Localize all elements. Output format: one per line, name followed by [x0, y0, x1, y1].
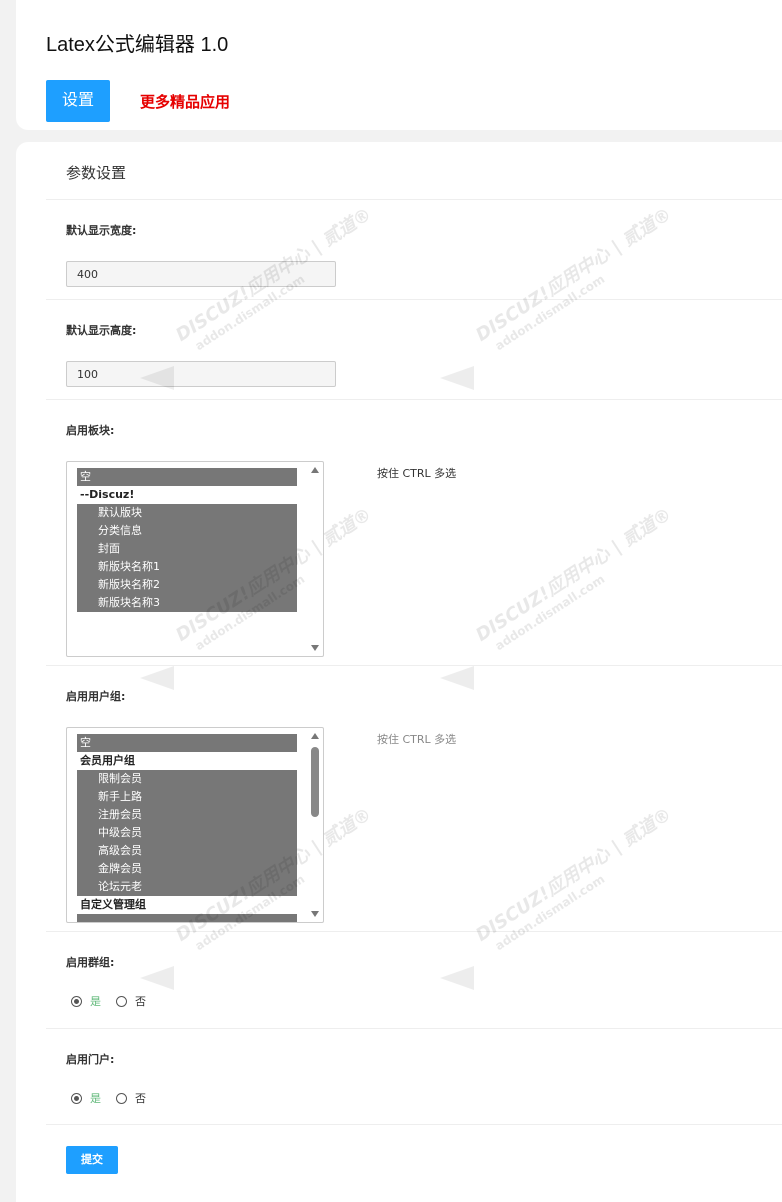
forum-option[interactable]: 默认版块	[77, 504, 297, 522]
height-label: 默认显示高度:	[66, 324, 137, 337]
portal-yes-radio[interactable]	[71, 1092, 82, 1104]
settings-panel: 参数设置 默认显示宽度: 默认显示高度: 启用板块: 空 --Discuz! 默…	[16, 142, 782, 1202]
section-title: 参数设置	[66, 164, 127, 182]
portal-radio-row: 是 否	[71, 1090, 161, 1106]
divider	[46, 1124, 782, 1125]
usergroup-option-partial[interactable]	[77, 914, 297, 922]
usergroup-option[interactable]: 限制会员	[77, 770, 297, 788]
width-label: 默认显示宽度:	[66, 224, 137, 237]
forum-group-discuz: --Discuz!	[77, 486, 297, 504]
divider	[46, 1028, 782, 1029]
forums-scrollbar[interactable]	[308, 463, 322, 655]
groups-yes-label[interactable]: 是	[90, 993, 101, 1009]
usergroup-group-members: 会员用户组	[77, 752, 297, 770]
header-card: Latex公式编辑器 1.0 设置 更多精品应用	[16, 0, 782, 130]
divider	[46, 299, 782, 300]
settings-button[interactable]: 设置	[46, 80, 110, 122]
scroll-up-arrow-icon[interactable]	[311, 467, 319, 473]
usergroup-option[interactable]: 注册会员	[77, 806, 297, 824]
scroll-down-arrow-icon[interactable]	[311, 911, 319, 917]
usergroup-option[interactable]: 高级会员	[77, 842, 297, 860]
usergroup-option-empty[interactable]: 空	[77, 734, 297, 752]
forum-option[interactable]: 新版块名称2	[77, 576, 297, 594]
height-input[interactable]	[66, 361, 336, 387]
forums-multiselect[interactable]: 空 --Discuz! 默认版块 分类信息 封面 新版块名称1 新版块名称2 新…	[66, 461, 324, 657]
forums-label: 启用板块:	[66, 424, 115, 437]
usergroups-multiselect[interactable]: 空 会员用户组 限制会员 新手上路 注册会员 中级会员 高级会员 金牌会员 论坛…	[66, 727, 324, 923]
forum-option[interactable]: 新版块名称3	[77, 594, 297, 612]
groups-no-label[interactable]: 否	[135, 993, 146, 1009]
scrollbar-thumb[interactable]	[311, 747, 319, 817]
divider	[46, 931, 782, 932]
groups-no-radio[interactable]	[116, 995, 127, 1007]
usergroup-option[interactable]: 金牌会员	[77, 860, 297, 878]
forum-option[interactable]: 分类信息	[77, 522, 297, 540]
forums-hint: 按住 CTRL 多选	[377, 467, 457, 480]
usergroups-hint: 按住 CTRL 多选	[377, 733, 457, 746]
forum-option[interactable]: 封面	[77, 540, 297, 558]
more-apps-link[interactable]: 更多精品应用	[140, 91, 230, 112]
groups-radio-row: 是 否	[71, 993, 161, 1009]
forum-option[interactable]: 新版块名称1	[77, 558, 297, 576]
forum-option-empty[interactable]: 空	[77, 468, 297, 486]
portal-yes-label[interactable]: 是	[90, 1090, 101, 1106]
divider	[46, 665, 782, 666]
usergroup-group-custom-admin: 自定义管理组	[77, 896, 297, 914]
groups-label: 启用群组:	[66, 956, 115, 969]
usergroup-option[interactable]: 中级会员	[77, 824, 297, 842]
usergroups-scrollbar[interactable]	[308, 729, 322, 921]
portal-no-label[interactable]: 否	[135, 1090, 146, 1106]
portal-label: 启用门户:	[66, 1053, 115, 1066]
portal-no-radio[interactable]	[116, 1092, 127, 1104]
app-title: Latex公式编辑器 1.0	[46, 34, 229, 56]
width-input[interactable]	[66, 261, 336, 287]
divider	[46, 399, 782, 400]
usergroup-option[interactable]: 新手上路	[77, 788, 297, 806]
usergroup-option[interactable]: 论坛元老	[77, 878, 297, 896]
submit-button[interactable]: 提交	[66, 1146, 118, 1174]
divider	[46, 199, 782, 200]
scroll-down-arrow-icon[interactable]	[311, 645, 319, 651]
groups-yes-radio[interactable]	[71, 995, 82, 1007]
usergroups-label: 启用用户组:	[66, 690, 126, 703]
scroll-up-arrow-icon[interactable]	[311, 733, 319, 739]
